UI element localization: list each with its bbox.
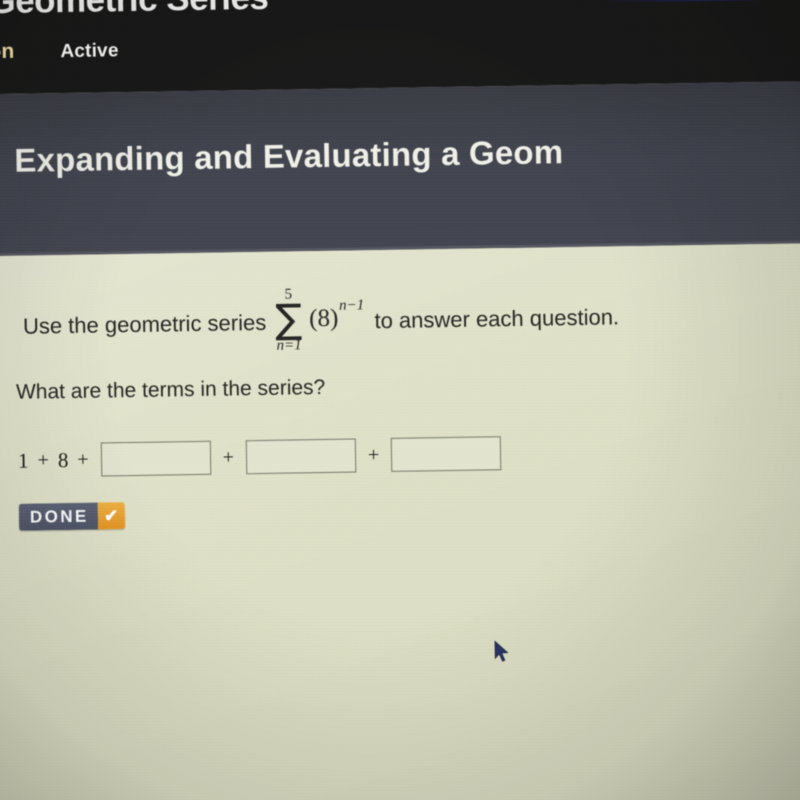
answer-expression-row: 1 + 8 + + + [18,436,505,478]
subnav-item-instruction[interactable]: truction [0,40,15,65]
answer-blank-1[interactable] [100,440,211,477]
summation-notation: 5 ∑ n=1 [274,286,303,354]
sub-navigation: truction Active [0,38,119,65]
done-button-label: DONE [18,502,98,531]
prompt-tail-text: to answer each question. [374,304,620,334]
plus-sign-4: + [367,443,380,466]
plus-sign-1: + [37,448,50,471]
answer-blank-2[interactable] [245,438,357,475]
course-title: ite Geometric Series [0,0,269,23]
summation-lower-limit: n=1 [276,337,302,354]
top-navigation-bar: ite Geometric Series truction Active [0,0,800,95]
question-text: What are the terms in the series? [15,375,326,404]
subnav-item-active-status: Active [60,40,119,63]
known-term-1: 1 [17,448,29,473]
navy-accent-strip [609,0,800,3]
prompt-statement: Use the geometric series 5 ∑ n=1 (8) n−1… [22,284,619,359]
sigma-icon: ∑ [274,296,303,343]
known-term-2: 8 [57,447,69,472]
summation-base-expression: (8) [308,304,339,333]
photo-of-screen: ite Geometric Series truction Active Exp… [0,0,800,800]
done-button[interactable]: DONE ✔ [18,502,125,531]
answer-blank-3[interactable] [390,436,502,472]
activity-content-area: Use the geometric series 5 ∑ n=1 (8) n−1… [0,243,800,800]
check-icon: ✔ [97,502,125,530]
summation-exponent: n−1 [338,297,365,315]
plus-sign-2: + [77,448,89,471]
plus-sign-3: + [222,445,235,469]
screen-content: ite Geometric Series truction Active Exp… [0,0,800,800]
prompt-lead-text: Use the geometric series [22,309,267,339]
